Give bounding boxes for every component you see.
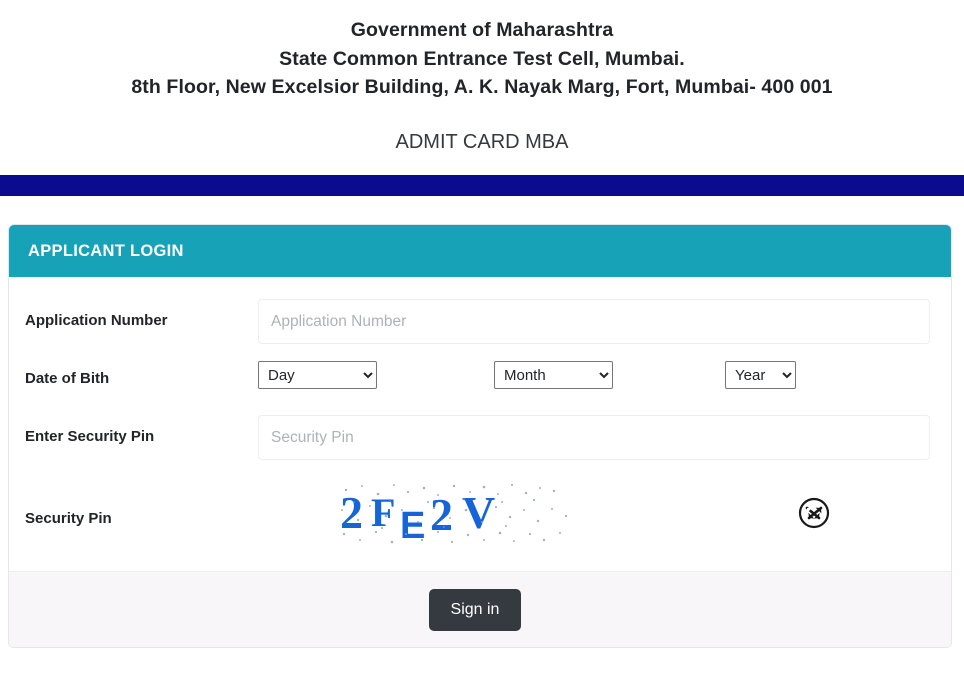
org-address-line: 8th Floor, New Excelsior Building, A. K.… [131, 76, 833, 98]
security-pin-input[interactable] [258, 415, 930, 460]
card-body: Application Number Date of Bith Day Mont… [9, 277, 951, 571]
svg-text:2: 2 [430, 489, 453, 540]
sign-in-button[interactable]: Sign in [428, 588, 522, 631]
svg-text:2: 2 [340, 487, 363, 538]
application-number-input[interactable] [258, 299, 930, 344]
card-header: APPLICANT LOGIN [9, 225, 951, 277]
application-number-row: Application Number [25, 299, 935, 345]
refresh-captcha-icon[interactable] [796, 495, 832, 531]
enter-security-pin-control [258, 415, 935, 460]
application-number-control [258, 299, 935, 344]
page-header: Government of Maharashtra State Common E… [0, 0, 964, 155]
date-of-birth-row: Date of Bith Day Month Year [25, 357, 935, 403]
dob-month-select[interactable]: Month [494, 361, 613, 389]
navy-divider-bar [0, 174, 964, 196]
svg-text:V: V [462, 487, 495, 538]
applicant-login-card: APPLICANT LOGIN Application Number Date … [8, 224, 952, 648]
captcha-control: 2 F E 2 V [258, 478, 935, 546]
application-number-label: Application Number [25, 312, 168, 329]
dob-day-select[interactable]: Day [258, 361, 377, 389]
dob-year-select[interactable]: Year [725, 361, 796, 389]
captcha-image: 2 F E 2 V [334, 480, 574, 546]
security-pin-label: Security Pin [25, 510, 112, 527]
org-name-line-2: State Common Entrance Test Cell, Mumbai. [279, 47, 685, 70]
svg-text:F: F [371, 490, 395, 535]
card-footer: Sign in [9, 571, 951, 647]
date-of-birth-label: Date of Bith [25, 370, 110, 387]
enter-security-pin-row: Enter Security Pin [25, 415, 935, 461]
enter-security-pin-label: Enter Security Pin [25, 428, 155, 445]
date-of-birth-control: Day Month Year [258, 357, 935, 389]
card-header-title: APPLICANT LOGIN [28, 241, 184, 260]
org-name-line-1: Government of Maharashtra [350, 19, 614, 41]
security-pin-captcha-row: Security Pin 2 F E 2 V [25, 473, 935, 551]
page-title: ADMIT CARD MBA [395, 130, 569, 153]
